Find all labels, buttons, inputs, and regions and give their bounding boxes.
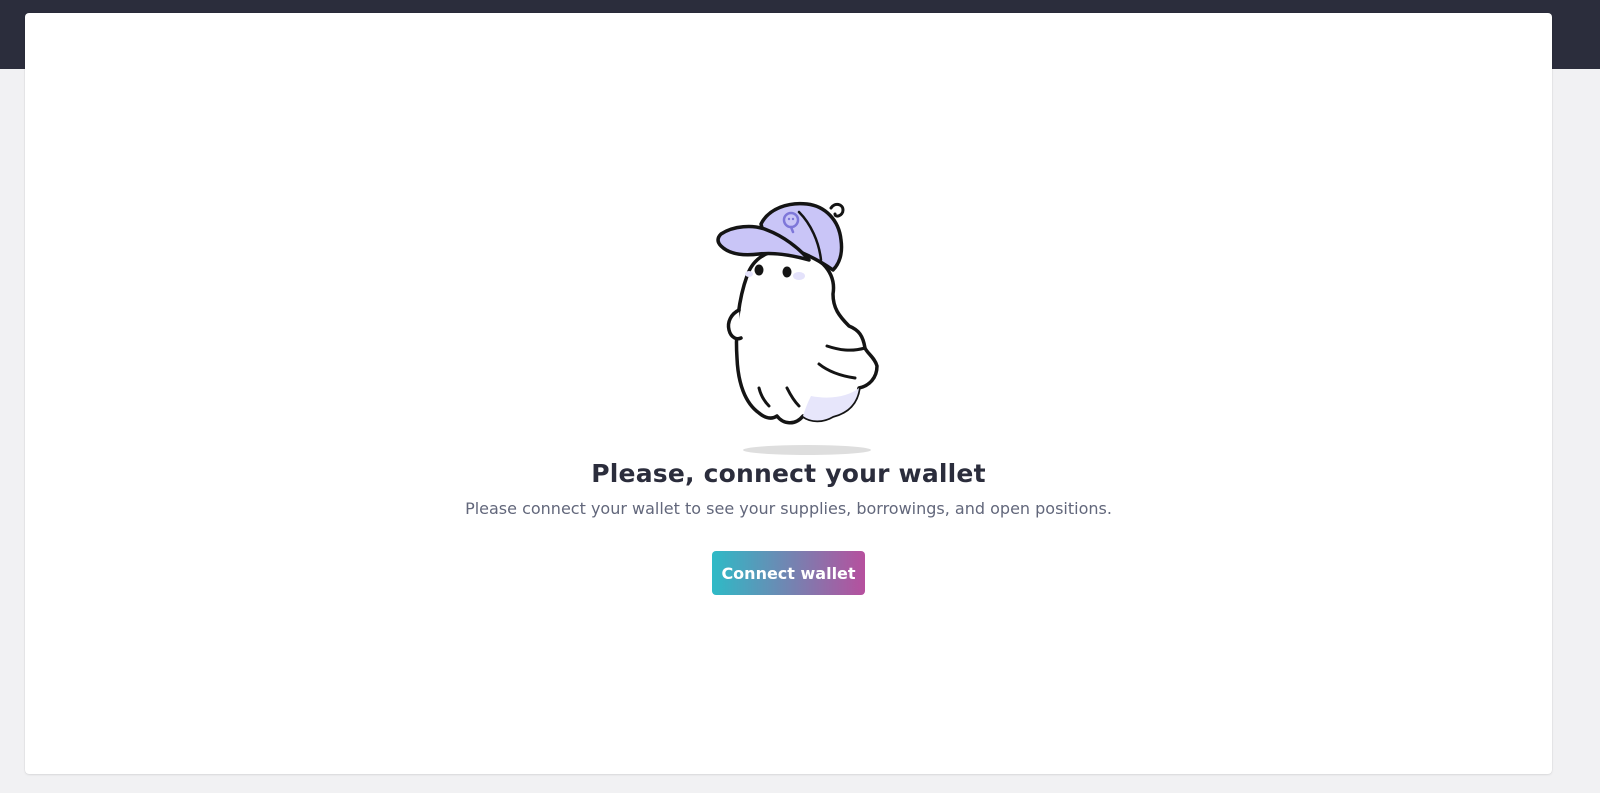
dashboard-card: Please, connect your wallet Please conne…: [25, 13, 1552, 774]
connect-wallet-empty-state: Please, connect your wallet Please conne…: [25, 198, 1552, 595]
ghost-illustration: [699, 198, 899, 458]
page-title: Please, connect your wallet: [591, 459, 986, 488]
ghost-icon: [715, 201, 879, 455]
page-description: Please connect your wallet to see your s…: [465, 499, 1112, 518]
connect-wallet-button[interactable]: Connect wallet: [712, 551, 865, 595]
